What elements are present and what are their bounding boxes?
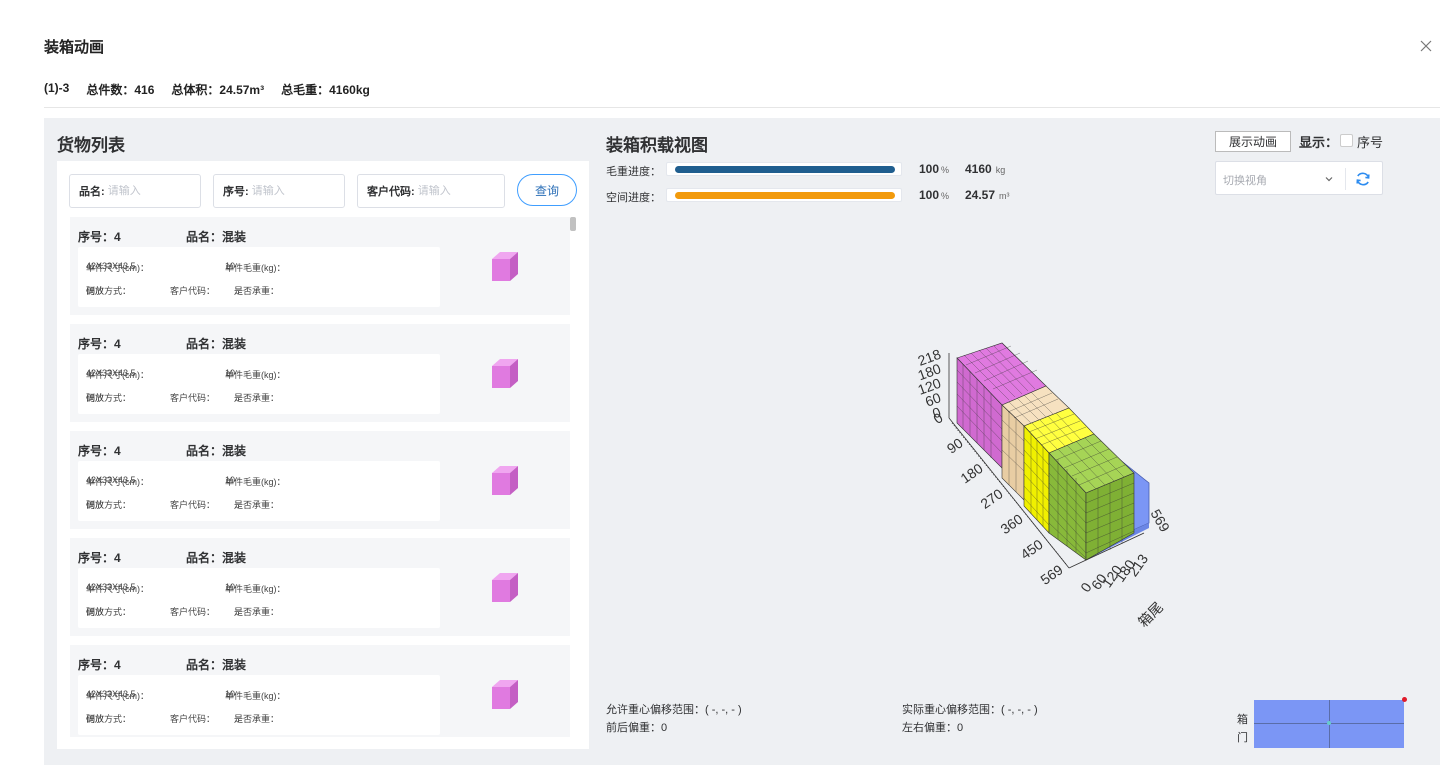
door-label-top: 箱: [1237, 714, 1248, 726]
container-3d-view[interactable]: 0901802703604505692181801206000601201802…: [824, 328, 1174, 648]
cargo-cube-icon: [492, 252, 518, 281]
actual-cog-range: 实际重心偏移范围：( -, -, - ): [902, 704, 1038, 716]
item-detail: 单件尺寸(cm)： 42X33X43.5 单件毛重(kg)： 10 码放方式： 侧放 客户代…: [78, 675, 440, 735]
cog-mini-map: [1254, 697, 1407, 748]
weight-progress-label: 毛重进度：: [606, 166, 661, 178]
serial-filter[interactable]: 序号:: [213, 174, 345, 208]
space-progress-fill: [675, 192, 895, 199]
name-filter-input[interactable]: [107, 185, 188, 197]
item-serial: 序号：4: [78, 444, 121, 458]
tail-axis-label: 箱尾: [1135, 599, 1166, 630]
header-divider: [44, 107, 1440, 108]
serial-checkbox[interactable]: [1340, 134, 1353, 147]
height-axis-tick: 0: [930, 404, 943, 422]
customer-filter-input[interactable]: [417, 185, 490, 197]
show-animation-button[interactable]: 展示动画: [1215, 131, 1291, 152]
cargo-list-title: 货物列表: [57, 136, 125, 155]
chevron-down-icon: [1325, 177, 1333, 182]
cargo-list[interactable]: 序号：4 品名：混装 单件尺寸(cm)： 42X33X43.5 单件毛重(kg)： 10 码…: [70, 217, 576, 737]
item-detail: 单件尺寸(cm)： 42X33X43.5 单件毛重(kg)： 10 码放方式： 侧放 客户代…: [78, 568, 440, 628]
item-name: 品名：混装: [186, 337, 247, 351]
length-axis-tick: 450: [1017, 536, 1045, 563]
name-filter[interactable]: 品名:: [69, 174, 201, 208]
cargo-list-item[interactable]: 序号：4 品名：混装单件尺寸(cm)： 42X33X43.5 单件毛重(kg)： 10 码…: [70, 645, 570, 737]
weight-progress-bar: [666, 162, 902, 176]
total-volume: 总体积：24.57m³: [171, 83, 265, 97]
item-detail: 单件尺寸(cm)： 42X33X43.5 单件毛重(kg)： 10 码放方式： 侧放 客户代…: [78, 247, 440, 307]
cargo-list-card: 品名: 序号: 客户代码: 查询 序号：4品名：混装单件尺寸(cm)：42X33…: [57, 161, 589, 749]
total-weight: 总毛重：4160kg: [281, 83, 370, 97]
cargo-list-item[interactable]: 序号：4 品名：混装单件尺寸(cm)： 42X33X43.5 单件毛重(kg)： 10 码…: [70, 538, 570, 636]
weight-progress-value: 4160 kg: [965, 162, 1006, 176]
space-progress-label: 空间进度：: [606, 192, 661, 204]
cargo-list-item[interactable]: 序号：4 品名：混装单件尺寸(cm)： 42X33X43.5 单件毛重(kg)： 10 码…: [70, 431, 570, 529]
cargo-cube-icon: [492, 573, 518, 602]
cargo-list-item[interactable]: 序号：4 品名：混装单件尺寸(cm)： 42X33X43.5 单件毛重(kg)： 10 码…: [70, 217, 570, 315]
close-icon[interactable]: [1418, 38, 1434, 54]
item-name: 品名：混装: [186, 658, 247, 672]
summary-bar: (1)-3 总件数：416 总体积：24.57m³ 总毛重：4160kg: [44, 81, 370, 98]
item-name: 品名：混装: [186, 444, 247, 458]
select-separator: [1345, 168, 1346, 190]
display-label: 显示：: [1299, 135, 1339, 150]
space-progress-value: 24.57 m³: [965, 188, 1010, 202]
serial-checkbox-label[interactable]: 序号: [1357, 132, 1383, 151]
item-serial: 序号：4: [78, 230, 121, 244]
customer-filter[interactable]: 客户代码:: [357, 174, 505, 208]
dialog-title: 装箱动画: [44, 39, 105, 56]
space-progress-bar: [666, 188, 902, 202]
length-axis-tick: 270: [977, 485, 1005, 512]
query-button[interactable]: 查询: [517, 174, 577, 206]
item-serial: 序号：4: [78, 658, 121, 672]
item-name: 品名：混装: [186, 230, 247, 244]
weight-progress-percent: 100%: [919, 162, 950, 176]
serial-filter-input[interactable]: [251, 185, 332, 197]
list-scrollbar[interactable]: [569, 215, 577, 739]
item-detail: 单件尺寸(cm)： 42X33X43.5 单件毛重(kg)： 10 码放方式： 侧放 客户代…: [78, 354, 440, 414]
weight-progress-fill: [675, 166, 895, 173]
mini-map-center-point: [1327, 721, 1331, 725]
length-axis-tick: 569: [1037, 561, 1065, 588]
door-label-bottom: 门: [1237, 732, 1248, 744]
length-axis-tick: 90: [944, 435, 966, 457]
view-angle-placeholder: 切换视角: [1223, 175, 1267, 187]
workspace: 货物列表 品名: 序号: 客户代码: 查询 序号：4品名：混装单件尺寸(cm)：…: [44, 118, 1440, 765]
item-serial: 序号：4: [78, 551, 121, 565]
loading-view-title: 装箱积载视图: [606, 136, 708, 155]
item-serial: 序号：4: [78, 337, 121, 351]
mini-map-cog-marker: [1402, 697, 1407, 702]
item-name: 品名：混装: [186, 551, 247, 565]
space-progress-percent: 100%: [919, 188, 950, 202]
list-scrollbar-thumb[interactable]: [570, 217, 576, 231]
cargo-cube-icon: [492, 680, 518, 709]
cargo-cube-icon: [492, 359, 518, 388]
refresh-icon[interactable]: [1354, 170, 1372, 188]
allowed-cog-range: 允许重心偏移范围：( -, -, - ): [606, 704, 742, 716]
left-right-bias: 左右偏重：0: [902, 722, 964, 734]
length-axis-tick: 360: [997, 511, 1025, 538]
item-detail: 单件尺寸(cm)： 42X33X43.5 单件毛重(kg)： 10 码放方式： 侧放 客户代…: [78, 461, 440, 521]
length-axis-tick: 180: [957, 460, 985, 487]
front-back-bias: 前后偏重：0: [606, 722, 668, 734]
cargo-cube-icon: [492, 466, 518, 495]
cargo-list-item[interactable]: 序号：4 品名：混装单件尺寸(cm)： 42X33X43.5 单件毛重(kg)： 10 码…: [70, 324, 570, 422]
container-code: (1)-3: [44, 81, 70, 95]
total-count: 总件数：416: [86, 83, 155, 97]
right-axis-tick: 569: [1148, 506, 1174, 534]
view-angle-select[interactable]: 切换视角: [1215, 161, 1383, 195]
